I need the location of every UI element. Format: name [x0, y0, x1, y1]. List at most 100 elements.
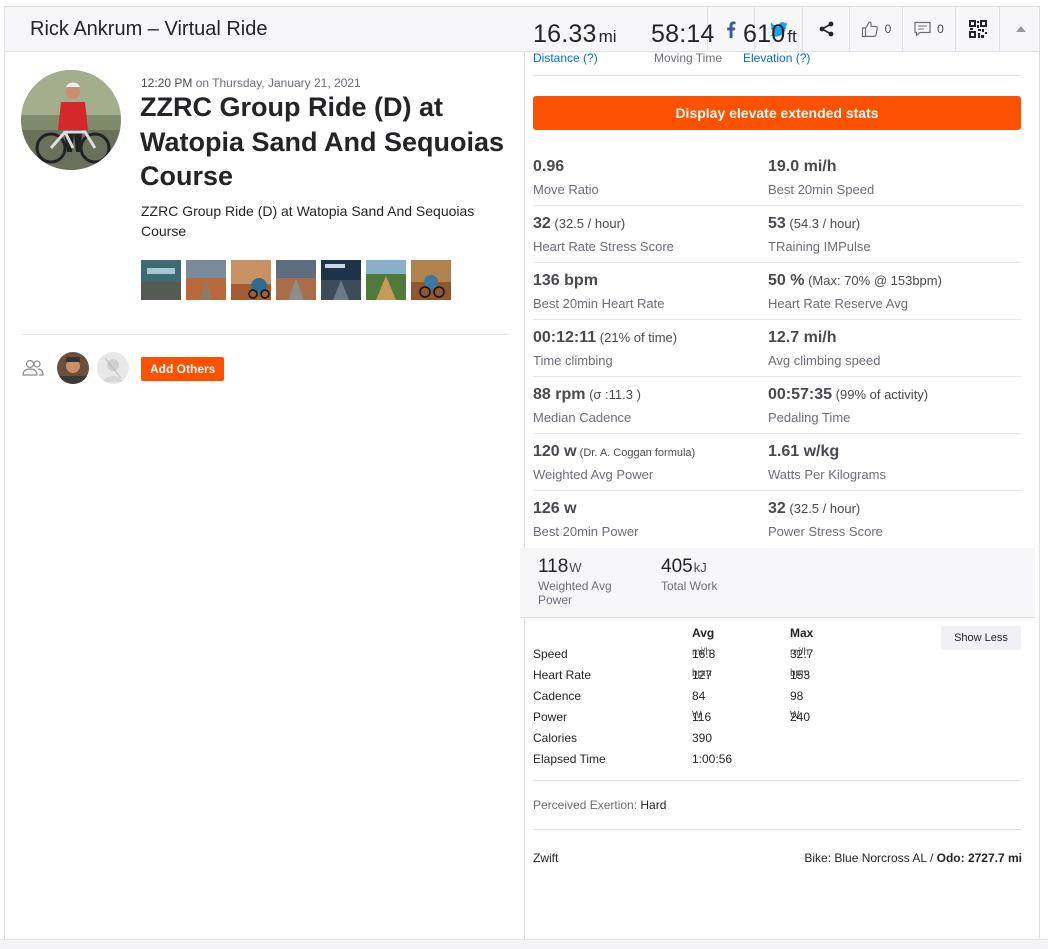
activity-date-text: on Thursday, January 21, 2021 — [192, 76, 361, 90]
activity-description: ZZRC Group Ride (D) at Watopia Sand And … — [141, 203, 475, 239]
group-athlete-avatar[interactable] — [57, 352, 89, 384]
max-unit: bpm — [790, 668, 810, 679]
ext-stat: 0.96 Move Ratio — [533, 149, 773, 197]
stat-elevation: 610 ft Elevation (?) — [743, 20, 810, 65]
group-athletes-icon — [21, 359, 45, 382]
section-divider — [533, 829, 1021, 830]
stat-label: Total Work — [661, 579, 718, 593]
exertion-label: Perceived Exertion: — [533, 798, 641, 812]
stat-value: 405 — [661, 556, 693, 577]
photo-thumbnail[interactable] — [231, 260, 271, 300]
ext-stat: 19.0 mi/h Best 20min Speed — [768, 149, 1008, 197]
avg-unit: W — [692, 710, 702, 721]
section-divider — [533, 780, 1021, 781]
table-row: Heart Rate 127 bpm 153 bpm — [533, 668, 1021, 689]
stat-label: Moving Time — [654, 51, 723, 65]
ext-stat-value: 32 — [768, 500, 786, 517]
activity-time: 12:20 PM — [141, 76, 193, 90]
ext-stats-row: 00:12:11 (21% of time) Time climbing 12.7… — [533, 320, 1021, 377]
table-row: Calories 390 — [533, 731, 1021, 752]
ext-stat-label: Avg climbing speed — [768, 353, 881, 368]
ext-stat-label: Power Stress Score — [768, 524, 883, 539]
ext-stat-label: Watts Per Kilograms — [768, 467, 886, 482]
ext-stat-label: Pedaling Time — [768, 410, 851, 425]
table-row: Speed 16.8 mi/h 32.7 mi/h — [533, 647, 1021, 668]
row-label: Cadence — [533, 689, 582, 703]
stat-moving-time: 58:14 Moving Time — [651, 20, 722, 65]
ext-stat: 88 rpm (σ :11.3 ) Median Cadence — [533, 377, 773, 425]
athlete-avatar[interactable] — [21, 70, 121, 170]
ext-stat-value: 1.61 w/kg — [768, 443, 840, 460]
section-divider — [520, 617, 1035, 618]
ext-stat-label: Weighted Avg Power — [533, 467, 654, 482]
ext-stat: 00:12:11 (21% of time) Time climbing — [533, 320, 773, 368]
stat-value: 58:14 — [651, 20, 715, 48]
ext-stat-extra: (99% of activity) — [832, 387, 929, 402]
ext-stat-extra: (21% of time) — [596, 330, 678, 345]
ext-stat-value: 126 w — [533, 500, 577, 517]
ext-stat: 12.7 mi/h Avg climbing speed — [768, 320, 1008, 368]
avg-value: 84 — [692, 689, 706, 703]
stat-label: Weighted Avg Power — [538, 579, 612, 607]
ext-stat-value: 00:57:35 — [768, 386, 833, 403]
ext-stat-value: 00:12:11 — [533, 329, 597, 346]
ext-stat-label: TRaining IMPulse — [768, 239, 871, 254]
ext-stat-label: Best 20min Power — [533, 524, 639, 539]
exertion-value: Hard — [640, 798, 667, 812]
ext-stat-label: Best 20min Speed — [768, 182, 875, 197]
ext-stat: 50 % (Max: 70% @ 153bpm) Heart Rate Reser… — [768, 263, 1008, 311]
ext-stat: 126 w Best 20min Power — [533, 491, 773, 539]
ext-stats-row: 126 w Best 20min Power 32 (32.5 / hour) Po… — [533, 491, 1021, 548]
photo-thumbnail[interactable] — [321, 260, 361, 300]
perceived-exertion: Perceived Exertion: Hard — [533, 798, 666, 812]
avg-value: 1:00:56 — [692, 752, 733, 766]
ext-stat-value: 120 w — [533, 443, 577, 460]
ext-stat: 136 bpm Best 20min Heart Rate — [533, 263, 773, 311]
ext-stat-extra: (Dr. A. Coggan formula) — [576, 447, 696, 459]
max-value: 98 — [790, 689, 804, 703]
row-label: Elapsed Time — [533, 752, 606, 766]
ext-stat: 32 (32.5 / hour) Heart Rate Stress Score — [533, 206, 773, 254]
row-label: Speed — [533, 647, 568, 661]
stat-unit: mi — [598, 27, 617, 46]
ext-stat-label: Median Cadence — [533, 410, 632, 425]
add-others-button[interactable]: Add Others — [141, 357, 225, 381]
avg-value: 390 — [692, 731, 713, 745]
ext-stat: 32 (32.5 / hour) Power Stress Score — [768, 491, 1008, 539]
row-label: Heart Rate — [533, 668, 592, 682]
row-label: Power — [533, 710, 568, 724]
ext-stat-value: 19.0 mi/h — [768, 158, 837, 175]
ext-stat-value: 32 — [533, 215, 551, 232]
elevation-help-link[interactable]: Elevation (?) — [743, 51, 810, 65]
table-row: Power 116 W 240 W — [533, 710, 1021, 731]
column-header-max: Max — [790, 626, 814, 640]
stat-value: 16.33 — [533, 20, 597, 48]
photo-thumbnail[interactable] — [276, 260, 316, 300]
photo-thumbnail[interactable] — [366, 260, 406, 300]
photo-thumbnail[interactable] — [186, 260, 226, 300]
show-less-button[interactable]: Show Less — [941, 626, 1021, 650]
ext-stat-value: 53 — [768, 215, 786, 232]
ext-stat-value: 88 rpm — [533, 386, 586, 403]
ext-stat: 00:57:35 (99% of activity) Pedaling Time — [768, 377, 1008, 425]
power-stats-band: 118W Weighted Avg Power 405kJ Total Work — [520, 548, 1035, 617]
column-divider — [524, 52, 525, 939]
photo-thumbnail[interactable] — [141, 260, 181, 300]
table-row: Elapsed Time 1:00:56 — [533, 752, 1021, 773]
ext-stats-row: 0.96 Move Ratio 19.0 mi/h Best 20min Speed — [533, 149, 1021, 206]
ext-stat-extra: (σ :11.3 ) — [585, 387, 641, 402]
ext-stats-row: 136 bpm Best 20min Heart Rate 50 % (Max: … — [533, 263, 1021, 320]
group-athlete-avatar[interactable] — [97, 352, 129, 384]
elevate-extended-stats-button[interactable]: Display elevate extended stats — [533, 96, 1021, 130]
stat-unit: kJ — [693, 560, 707, 575]
distance-help-link[interactable]: Distance (?) — [533, 51, 617, 65]
table-row: Cadence 84 98 — [533, 689, 1021, 710]
photo-thumbnail[interactable] — [411, 260, 451, 300]
activity-title: ZZRC Group Ride (D) at Watopia Sand And … — [140, 92, 505, 191]
bike-info: Bike: Blue Norcross AL / Odo: 2727.7 mi — [804, 851, 1022, 865]
bike-odometer: Odo: 2727.7 mi — [936, 851, 1022, 865]
ext-stat-value: 12.7 mi/h — [768, 329, 837, 346]
avg-unit: mi/h — [692, 647, 711, 658]
stat-total-work: 405kJ Total Work — [661, 556, 717, 593]
ext-stat: 53 (54.3 / hour) TRaining IMPulse — [768, 206, 1008, 254]
